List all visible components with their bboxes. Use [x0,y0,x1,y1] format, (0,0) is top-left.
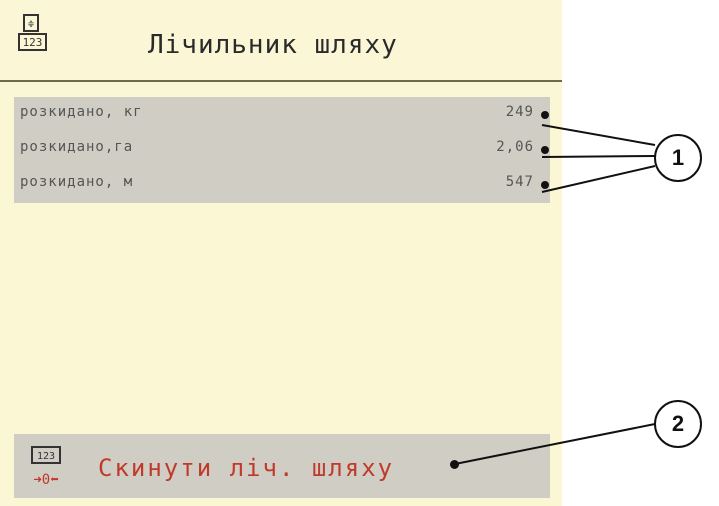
callout-marker-1: 1 [654,134,702,182]
callout-lines [454,124,656,465]
callout-line [541,124,656,146]
callout-marker-2: 2 [654,400,702,448]
callout-line [541,165,656,193]
callout-line [454,423,656,465]
callout-line [541,155,656,158]
